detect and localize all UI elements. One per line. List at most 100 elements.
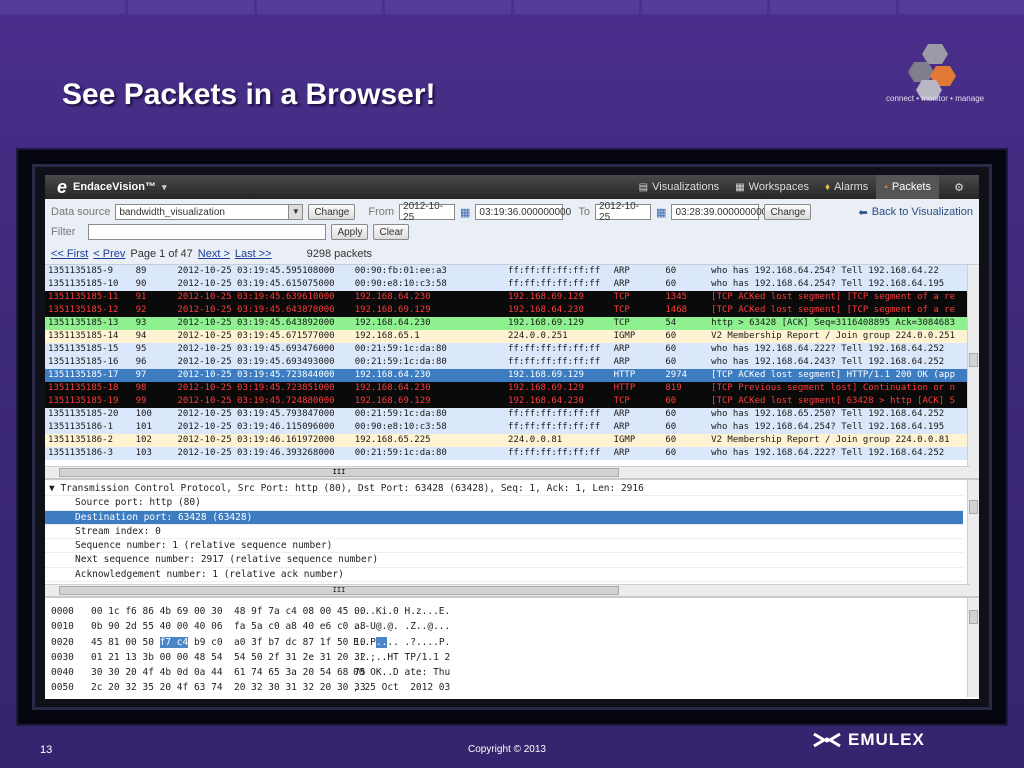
hex-ascii-pre: E..P <box>353 636 376 648</box>
detail-row[interactable]: ▼ Transmission Control Protocol, Src Por… <box>45 482 963 497</box>
packet-cell-dst: 224.0.0.81 <box>508 435 563 445</box>
packet-row[interactable]: 1351135186-3 103 2012-10-25 03:19:46.39326… <box>45 447 979 460</box>
scroll-thumb[interactable] <box>969 610 978 624</box>
screenshot-inner-frame: e EndaceVision™ ▾ ▤ Visualizations ▦ Wor… <box>32 164 992 710</box>
packet-cell-proto: IGMP <box>613 331 636 341</box>
change-time-button[interactable]: Change <box>764 204 812 220</box>
packet-row[interactable]: 1351135185-19 99 2012-10-25 03:19:45.72488… <box>45 395 979 408</box>
packet-row[interactable]: 1351135186-2 102 2012-10-25 03:19:46.16197… <box>45 434 979 447</box>
to-time-input[interactable]: 03:28:39.000000000 <box>671 204 767 220</box>
packet-row[interactable]: 1351135185-18 98 2012-10-25 03:19:45.72385… <box>45 382 979 395</box>
detail-row[interactable]: Next sequence number: 2917 (relative seq… <box>45 553 963 568</box>
detail-row[interactable]: Acknowledgement number: 1 (relative ack … <box>45 568 963 583</box>
last-page-link[interactable]: Last >> <box>235 248 272 260</box>
detail-row[interactable]: Sequence number: 1 (relative sequence nu… <box>45 539 963 554</box>
prev-page-link[interactable]: < Prev <box>93 248 125 260</box>
packet-row[interactable]: 1351135185-9 89 2012-10-25 03:19:45.595108… <box>45 265 979 278</box>
packet-cell-dst: 192.168.64.230 <box>508 396 584 406</box>
packet-row[interactable]: 1351135185-10 90 2012-10-25 03:19:45.61507… <box>45 278 979 291</box>
packets-icon: ▪ <box>884 181 888 193</box>
detail-row[interactable]: Destination port: 63428 (63428) <box>45 510 963 525</box>
packet-cell-dst: 192.168.64.230 <box>508 305 584 315</box>
back-to-visualization-link[interactable]: ⬅ Back to Visualization <box>858 206 973 219</box>
scroll-thumb[interactable] <box>969 500 978 514</box>
settings-button[interactable]: ⚙ <box>939 175 979 199</box>
packet-row[interactable]: 1351135186-1 101 2012-10-25 03:19:46.11509… <box>45 421 979 434</box>
packet-cell-no: 90 <box>135 279 147 289</box>
packet-row[interactable]: 1351135185-14 94 2012-10-25 03:19:45.67157… <box>45 330 979 343</box>
packet-row[interactable]: 1351135185-20 100 2012-10-25 03:19:45.7938… <box>45 408 979 421</box>
packet-cell-id: 1351135185-10 <box>48 279 119 289</box>
from-date-input[interactable]: 2012-10-25 <box>399 201 456 223</box>
nav-alarms[interactable]: ♦ Alarms <box>817 175 876 199</box>
packet-cell-id: 1351135185-12 <box>48 305 119 315</box>
packet-cell-time: 2012-10-25 03:19:45.643892000 <box>177 318 335 328</box>
packet-list-scrollbar[interactable] <box>967 265 979 478</box>
hex-ascii[interactable]: ....Ki.0 H.z...E. <box>353 604 473 619</box>
first-page-link[interactable]: << First <box>51 248 88 260</box>
scroll-thumb[interactable] <box>969 353 978 367</box>
packet-cell-info: who has 192.168.64.254? Tell 192.168.64.… <box>711 422 945 432</box>
packet-cell-info: [TCP ACKed lost segment] [TCP segment of… <box>711 292 956 302</box>
packet-bytes-panel: 0000 00 1c f6 86 4b 69 00 30 48 9f 7a c4 … <box>45 598 979 697</box>
packet-row[interactable]: 1351135185-16 96 2012-10-25 03:19:45.69349… <box>45 356 979 369</box>
nav-visualizations[interactable]: ▤ Visualizations <box>631 175 728 199</box>
packet-row[interactable]: 1351135185-15 95 2012-10-25 03:19:45.69347… <box>45 343 979 356</box>
packet-row[interactable]: 1351135185-13 93 2012-10-25 03:19:45.64389… <box>45 317 979 330</box>
packet-cell-id: 1351135185-14 <box>48 331 119 341</box>
packet-row[interactable]: 1351135185-17 97 2012-10-25 03:19:45.72384… <box>45 369 979 382</box>
packet-row[interactable]: 1351135185-11 91 2012-10-25 03:19:45.63961… <box>45 291 979 304</box>
hex-bytes[interactable]: 0b 90 2d 55 40 00 40 06 fa 5a c0 a8 40 e… <box>85 619 366 634</box>
change-source-button[interactable]: Change <box>308 204 356 220</box>
hex-row: 0020 45 81 00 50 f7 c4 b9 c0 a0 3f b7 dc … <box>45 635 979 650</box>
hex-bytes[interactable]: 01 21 13 3b 00 00 48 54 54 50 2f 31 2e 3… <box>85 650 366 665</box>
detail-scrollbar[interactable] <box>967 480 979 596</box>
next-page-link[interactable]: Next > <box>198 248 230 260</box>
packet-cell-no: 103 <box>135 448 152 458</box>
calendar-icon[interactable]: ▦ <box>656 206 666 219</box>
hex-row: 0010 0b 90 2d 55 40 00 40 06 fa 5a c0 a8 … <box>45 619 979 634</box>
app-logo[interactable]: e EndaceVision™ ▾ <box>45 178 166 196</box>
detail-hscrollbar[interactable]: III <box>45 584 970 596</box>
nav-packets[interactable]: ▪ Packets <box>876 175 939 199</box>
packet-cell-len: 54 <box>665 318 677 328</box>
hex-ascii[interactable]: E..P.... .?....P. <box>353 635 473 650</box>
calendar-icon[interactable]: ▦ <box>460 206 470 219</box>
hscroll-thumb[interactable]: III <box>59 586 619 595</box>
hex-bytes[interactable]: 00 1c f6 86 4b 69 00 30 48 9f 7a c4 08 0… <box>85 604 366 619</box>
detail-row[interactable]: Stream index: 0 <box>45 525 963 540</box>
packet-cell-time: 2012-10-25 03:19:45.643878000 <box>177 305 335 315</box>
detail-row[interactable]: Source port: http (80) <box>45 496 963 511</box>
from-time-input[interactable]: 03:19:36.000000000 <box>475 204 571 220</box>
data-source-select[interactable]: bandwidth_visualization ▼ <box>115 204 304 220</box>
hex-bytes[interactable]: 30 30 20 4f 4b 0d 0a 44 61 74 65 3a 20 5… <box>85 665 366 680</box>
page-indicator: Page 1 of 47 <box>130 248 193 260</box>
packet-cell-no: 93 <box>135 318 147 328</box>
packet-cell-no: 102 <box>135 435 152 445</box>
packet-cell-id: 1351135186-1 <box>48 422 114 432</box>
emulex-mark-icon <box>813 732 841 748</box>
packet-row[interactable]: 1351135185-12 92 2012-10-25 03:19:45.64387… <box>45 304 979 317</box>
filter-input[interactable] <box>88 224 327 240</box>
hex-ascii[interactable]: 00 OK..D ate: Thu <box>353 665 473 680</box>
hex-bytes[interactable]: 45 81 00 50 f7 c4 b9 c0 a0 3f b7 dc 87 1… <box>85 635 366 650</box>
hscroll-thumb[interactable]: III <box>59 468 619 477</box>
nav-workspaces[interactable]: ▦ Workspaces <box>727 175 817 199</box>
hex-bytes[interactable]: 2c 20 32 35 20 4f 63 74 20 32 30 31 32 2… <box>85 680 366 695</box>
endacevision-app: e EndaceVision™ ▾ ▤ Visualizations ▦ Wor… <box>45 175 979 699</box>
hex-ascii[interactable]: .!.;..HT TP/1.1 2 <box>353 650 473 665</box>
packet-list-hscrollbar[interactable]: III <box>45 466 970 478</box>
to-date-input[interactable]: 2012-10-25 <box>595 201 652 223</box>
clear-button[interactable]: Clear <box>373 224 410 240</box>
hex-scrollbar[interactable] <box>967 598 979 697</box>
packet-cell-no: 95 <box>135 344 147 354</box>
packet-cell-no: 99 <box>135 396 147 406</box>
packet-cell-info: who has 192.168.64.222? Tell 192.168.64.… <box>711 344 945 354</box>
hex-offset: 0050 <box>51 682 74 694</box>
apply-button[interactable]: Apply <box>331 224 369 240</box>
hex-ascii[interactable]: ..-U@.@. .Z..@... <box>353 619 473 634</box>
hex-ascii[interactable]: , 25 Oct 2012 03 <box>353 680 473 695</box>
hex-bytes-post: b9 c0 a0 3f b7 dc 87 1f 50 10 <box>188 636 366 648</box>
packet-cell-dst: 192.168.69.129 <box>508 370 584 380</box>
hex-bytes-pre: 00 1c f6 86 4b 69 00 30 48 9f 7a c4 08 0… <box>91 606 366 617</box>
